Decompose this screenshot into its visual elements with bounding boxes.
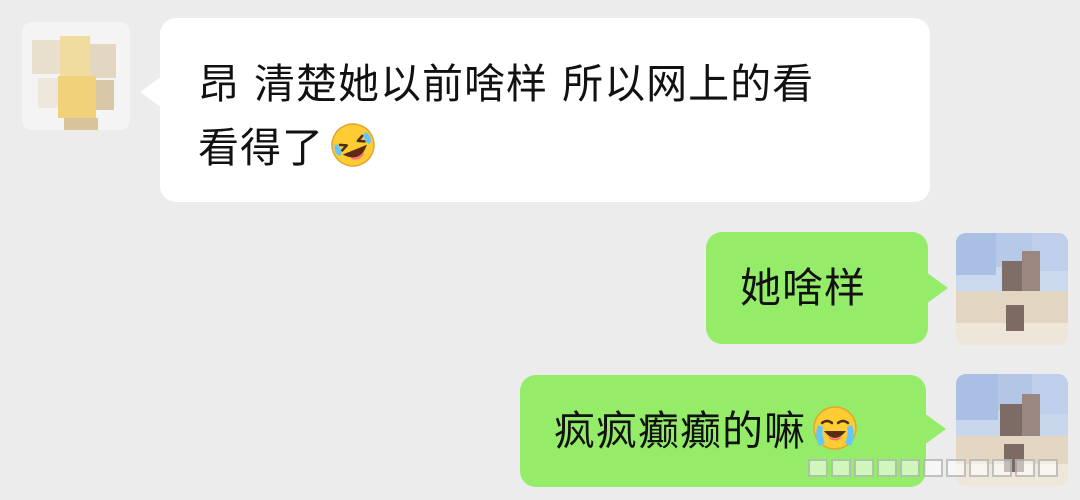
incoming-message-bubble[interactable]: 昂 清楚她以前啥样 所以网上的看 看得了 bbox=[140, 18, 930, 202]
chat-area: 昂 清楚她以前啥样 所以网上的看 看得了 她啥样 疯疯癫癫的嘛 bbox=[0, 0, 1080, 500]
watermark-segment bbox=[969, 459, 989, 477]
message-text-line-2: 看得了 bbox=[198, 116, 902, 188]
bubble-tail bbox=[926, 272, 948, 304]
bubble-tail bbox=[140, 76, 162, 108]
message-text-line-1: 昂 清楚她以前啥样 所以网上的看 bbox=[198, 60, 815, 108]
watermark-segment bbox=[1015, 459, 1035, 477]
watermark-segment bbox=[946, 459, 966, 477]
message-text: 她啥样 bbox=[740, 264, 866, 312]
watermark-segment bbox=[900, 459, 920, 477]
watermark-segment bbox=[992, 459, 1012, 477]
user-avatar[interactable] bbox=[956, 233, 1068, 345]
bubble-tail bbox=[924, 413, 946, 445]
watermark-segment bbox=[923, 459, 943, 477]
watermark-segment bbox=[1038, 459, 1058, 477]
watermark-segment bbox=[831, 459, 851, 477]
message-text-line-2-text: 看得了 bbox=[198, 124, 324, 172]
message-text: 疯疯癫癫的嘛 bbox=[554, 407, 806, 455]
outgoing-message-bubble[interactable]: 她啥样 bbox=[706, 232, 948, 344]
contact-avatar[interactable] bbox=[22, 22, 130, 130]
watermark-segment bbox=[854, 459, 874, 477]
watermark-segment bbox=[877, 459, 897, 477]
watermark bbox=[808, 458, 1058, 478]
rolling-on-floor-laughing-emoji-icon bbox=[328, 120, 378, 188]
watermark-segment bbox=[808, 459, 828, 477]
